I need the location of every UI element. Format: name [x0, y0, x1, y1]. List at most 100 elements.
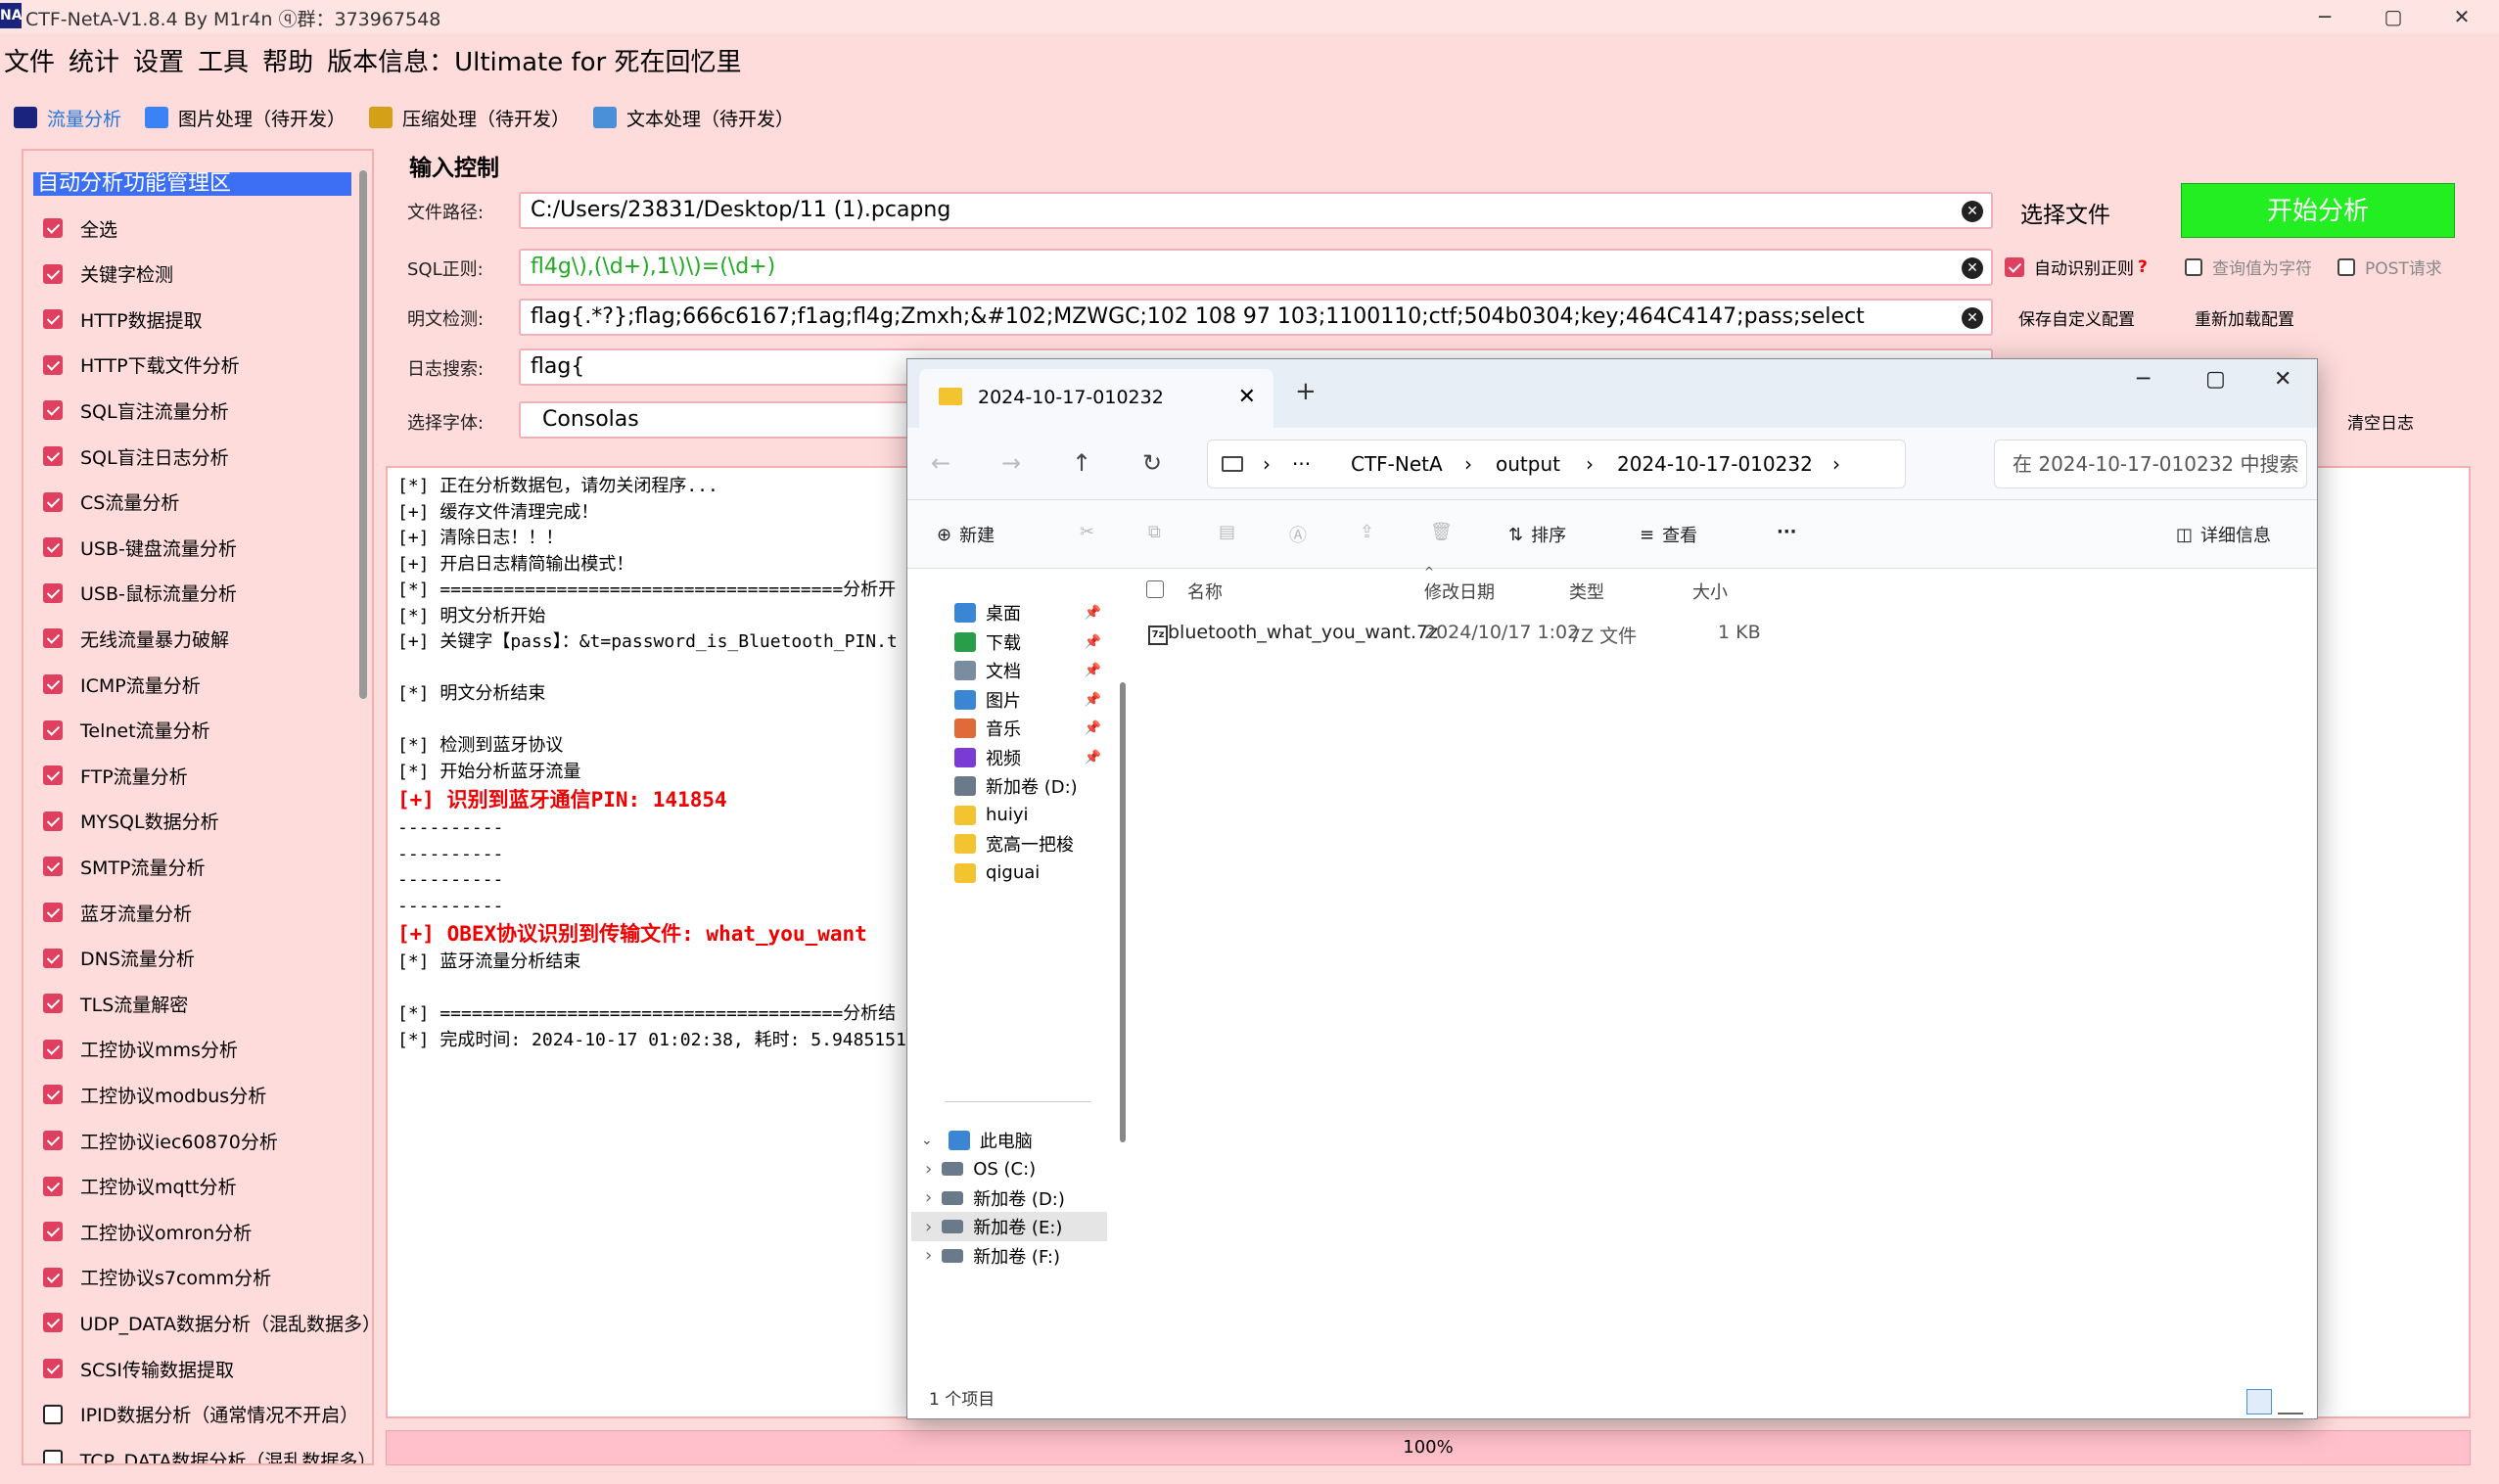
column-name[interactable]: 名称	[1187, 579, 1223, 604]
feature-option[interactable]: FTP流量分析	[43, 761, 188, 790]
feature-checkbox[interactable]	[43, 903, 63, 922]
explorer-search-input[interactable]: 在 2024-10-17-010232 中搜索	[1994, 440, 2307, 488]
file-path-input[interactable]: C:/Users/23831/Desktop/11 (1).pcapng ✕	[519, 192, 1993, 229]
query-as-char-checkbox[interactable]	[2185, 257, 2202, 276]
feature-checkbox[interactable]	[43, 400, 63, 421]
feature-option[interactable]: 工控协议mms分析	[43, 1035, 238, 1064]
help-icon[interactable]: ?	[2138, 257, 2148, 277]
auto-regex-option[interactable]: 自动识别正则 ?	[2005, 255, 2148, 279]
back-arrow-icon[interactable]: ←	[931, 449, 950, 477]
start-analysis-button[interactable]: 开始分析	[2181, 183, 2455, 238]
feature-checkbox[interactable]	[43, 1359, 63, 1378]
cut-icon[interactable]: ✂	[1080, 522, 1094, 542]
feature-checkbox[interactable]	[43, 765, 63, 786]
feature-checkbox[interactable]	[43, 948, 63, 968]
tab-traffic[interactable]: 流量分析	[14, 105, 121, 131]
nav-quick-access-item[interactable]: 新加卷 (D:)	[954, 771, 1101, 801]
feature-option[interactable]: 无线流量暴力破解	[43, 624, 229, 653]
more-options-button[interactable]: ···	[1777, 522, 1797, 542]
select-all-checkbox[interactable]	[1146, 580, 1164, 598]
address-box[interactable]: › ··· CTF-NetA › output › 2024-10-17-010…	[1207, 440, 1906, 488]
feature-checkbox[interactable]	[43, 491, 63, 512]
forward-arrow-icon[interactable]: →	[1001, 449, 1021, 477]
breadcrumb-folder[interactable]: 2024-10-17-010232	[1617, 441, 1813, 487]
feature-checkbox[interactable]	[43, 628, 63, 649]
breadcrumb-output[interactable]: output	[1496, 441, 1560, 487]
refresh-icon[interactable]: ↻	[1142, 449, 1162, 477]
feature-option[interactable]: USB-鼠标流量分析	[43, 579, 237, 608]
column-type[interactable]: 类型	[1569, 579, 1604, 604]
feature-checkbox[interactable]	[43, 994, 63, 1014]
feature-checkbox[interactable]	[43, 1450, 63, 1463]
new-tab-button[interactable]: +	[1295, 377, 1317, 406]
auto-regex-checkbox[interactable]	[2005, 256, 2024, 277]
up-arrow-icon[interactable]: ↑	[1072, 449, 1091, 477]
feature-option[interactable]: 蓝牙流量分析	[43, 898, 192, 927]
feature-checkbox[interactable]	[43, 1085, 63, 1105]
feature-option[interactable]: 工控协议iec60870分析	[43, 1126, 278, 1155]
nav-drive-item[interactable]: › OS (C:)	[911, 1154, 1107, 1183]
feature-checkbox[interactable]	[43, 354, 63, 375]
nav-quick-access-item[interactable]: qiguai	[954, 858, 1101, 888]
nav-drive-item[interactable]: › 新加卷 (E:)	[911, 1212, 1107, 1241]
feature-option[interactable]: CS流量分析	[43, 487, 179, 517]
nav-quick-access-item[interactable]: 图片 📌	[954, 685, 1101, 715]
menu-version[interactable]: 版本信息：Ultimate for 死在回忆里	[327, 42, 741, 78]
nav-drive-item[interactable]: › 新加卷 (F:)	[911, 1241, 1107, 1271]
nav-quick-access-item[interactable]: 桌面 📌	[954, 598, 1101, 627]
feature-option[interactable]: 工控协议modbus分析	[43, 1080, 266, 1109]
clear-icon[interactable]: ✕	[1962, 307, 1983, 329]
feature-option[interactable]: SQL盲注日志分析	[43, 441, 229, 471]
feature-option[interactable]: 工控协议omron分析	[43, 1217, 252, 1246]
feature-panel-scrollbar[interactable]	[359, 161, 367, 1453]
details-pane-button[interactable]: ◫ 详细信息	[2176, 522, 2271, 547]
feature-checkbox[interactable]	[43, 1131, 63, 1150]
feature-option[interactable]: 全选	[43, 213, 117, 243]
chevron-right-icon[interactable]: ›	[925, 1245, 932, 1266]
explorer-close-button[interactable]: ✕	[2274, 367, 2291, 392]
explorer-minimize-button[interactable]: ─	[2137, 367, 2150, 392]
sql-regex-input[interactable]: fl4g\),(\d+),1\)\)=(\d+) ✕	[519, 249, 1993, 286]
explorer-maximize-button[interactable]: ▢	[2205, 367, 2226, 392]
clear-log-button[interactable]: 清空日志	[2347, 409, 2414, 434]
menu-stats[interactable]: 统计	[69, 42, 119, 78]
select-file-button[interactable]: 选择文件	[2020, 196, 2110, 229]
feature-option[interactable]: DNS流量分析	[43, 944, 195, 973]
nav-this-pc[interactable]: ⌄ 此电脑	[921, 1126, 1068, 1155]
feature-checkbox[interactable]	[43, 857, 63, 877]
paste-icon[interactable]: ▤	[1219, 522, 1235, 542]
feature-checkbox[interactable]	[43, 263, 63, 284]
maximize-button[interactable]: ▢	[2359, 0, 2428, 33]
feature-option[interactable]: ICMP流量分析	[43, 670, 201, 699]
feature-option[interactable]: TCP_DATA数据分析（混乱数据多）	[43, 1445, 372, 1463]
tab-image[interactable]: 图片处理（待开发）	[145, 105, 346, 131]
clear-icon[interactable]: ✕	[1962, 201, 1983, 222]
feature-option[interactable]: Telnet流量分析	[43, 716, 210, 745]
feature-checkbox[interactable]	[43, 1222, 63, 1242]
feature-checkbox[interactable]	[43, 537, 63, 558]
reload-config-button[interactable]: 重新加载配置	[2195, 305, 2294, 330]
nav-quick-access-item[interactable]: 宽高一把梭	[954, 829, 1101, 858]
share-icon[interactable]: ⇪	[1360, 522, 1374, 542]
post-request-option[interactable]: POST请求	[2337, 255, 2442, 279]
column-size[interactable]: 大小	[1692, 579, 1728, 604]
chevron-right-icon[interactable]: ›	[925, 1159, 932, 1180]
save-config-button[interactable]: 保存自定义配置	[2018, 305, 2135, 330]
feature-checkbox[interactable]	[43, 811, 63, 831]
file-row[interactable]: 7z bluetooth_what_you_want.7z 2024/10/17…	[1148, 622, 1761, 651]
tab-text[interactable]: 文本处理（待开发）	[593, 105, 794, 131]
copy-icon[interactable]: ⧉	[1148, 522, 1161, 542]
feature-option[interactable]: USB-键盘流量分析	[43, 533, 237, 562]
feature-option[interactable]: SCSI传输数据提取	[43, 1354, 234, 1383]
feature-checkbox[interactable]	[43, 1039, 63, 1059]
nav-quick-access-item[interactable]: 文档 📌	[954, 656, 1101, 685]
chevron-right-icon[interactable]: ›	[925, 1187, 932, 1208]
nav-quick-access-item[interactable]: 音乐 📌	[954, 714, 1101, 743]
breadcrumb-ctf-neta[interactable]: CTF-NetA	[1351, 441, 1443, 487]
feature-option[interactable]: HTTP数据提取	[43, 304, 203, 334]
close-button[interactable]: ✕	[2428, 0, 2496, 33]
menu-tools[interactable]: 工具	[198, 42, 249, 78]
tiles-view-icon[interactable]	[2278, 1389, 2303, 1414]
feature-option[interactable]: SMTP流量分析	[43, 852, 206, 881]
feature-checkbox[interactable]	[43, 1313, 63, 1333]
